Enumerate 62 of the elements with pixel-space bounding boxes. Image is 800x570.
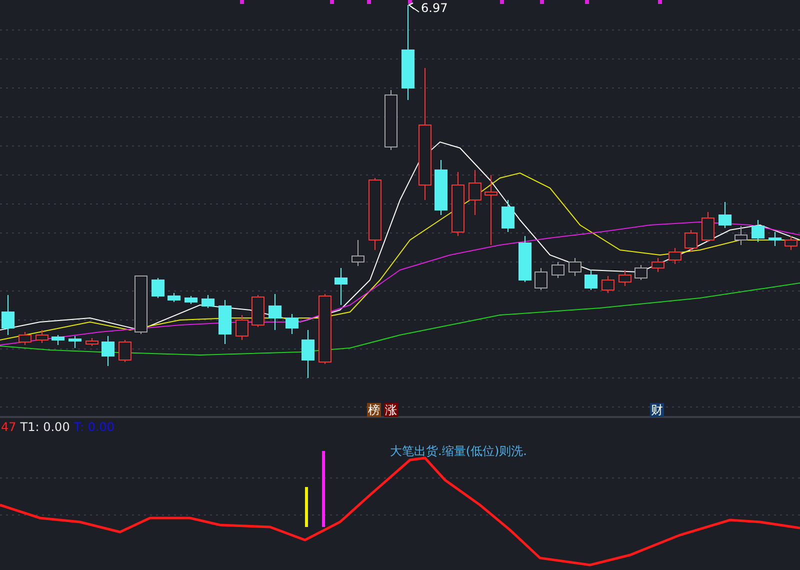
- candlestick: [286, 314, 298, 334]
- candlestick: [334, 268, 348, 306]
- high-price-label: 6.97: [421, 1, 448, 15]
- candlestick: [452, 172, 464, 236]
- candlestick: [568, 258, 582, 276]
- candlestick: [36, 330, 48, 344]
- candlestick: [118, 340, 132, 362]
- candlestick: [468, 170, 482, 216]
- candlestick: [752, 220, 764, 242]
- candlestick: [218, 300, 232, 344]
- candlestick: [634, 264, 648, 280]
- candlestick: [718, 202, 732, 228]
- candlestick: [252, 294, 264, 328]
- candlestick: [684, 230, 698, 252]
- candlestick: [434, 160, 448, 216]
- candlestick: [102, 336, 114, 366]
- candlestick: [484, 174, 498, 246]
- candlestick: [2, 294, 14, 336]
- candlestick: [86, 338, 98, 346]
- candlestick: [352, 240, 364, 266]
- candlestick: [268, 294, 282, 330]
- candlestick: [168, 292, 180, 302]
- candlestick: [134, 276, 148, 334]
- candlestick: [652, 258, 664, 272]
- candlestick: [602, 276, 614, 294]
- marker-icon: [367, 0, 371, 4]
- candlestick: [18, 332, 32, 346]
- candlestick: [518, 236, 532, 282]
- candlestick: [534, 268, 548, 290]
- candlestick: [384, 90, 398, 150]
- marker-icon: [500, 0, 504, 4]
- marker-icon: [240, 0, 244, 4]
- candlestick: [584, 270, 598, 290]
- candlestick: [302, 330, 314, 378]
- annotation-text: 大笔出货.缩量(低位)则洗.: [390, 443, 527, 460]
- candlestick: [702, 212, 714, 242]
- marker-icon: [330, 0, 334, 4]
- indicator-value: T1: 0.00: [20, 420, 70, 434]
- event-badge: 涨: [384, 403, 398, 417]
- marker-icon: [408, 0, 412, 4]
- candlestick: [502, 200, 514, 232]
- indicator-value: T: 0.00: [74, 420, 114, 434]
- candlestick: [734, 226, 748, 246]
- candlestick: [768, 232, 782, 246]
- volume-bar: [305, 487, 308, 527]
- candlestick: [784, 236, 798, 250]
- candlestick: [152, 278, 164, 298]
- candlestick: [68, 336, 82, 348]
- event-badge: 财: [650, 403, 664, 417]
- candlestick: [668, 248, 682, 264]
- candlestick: [202, 294, 214, 308]
- candlestick: [52, 334, 64, 346]
- candlestick: [184, 296, 198, 304]
- candlestick: [552, 262, 564, 278]
- event-badge: 榜: [367, 403, 381, 417]
- candlestick: [618, 270, 632, 286]
- marker-icon: [585, 0, 589, 4]
- marker-icon: [658, 0, 662, 4]
- indicator-value: 47: [1, 420, 16, 434]
- candlestick: [318, 294, 332, 364]
- candlestick: [236, 314, 248, 340]
- marker-icon: [540, 0, 544, 4]
